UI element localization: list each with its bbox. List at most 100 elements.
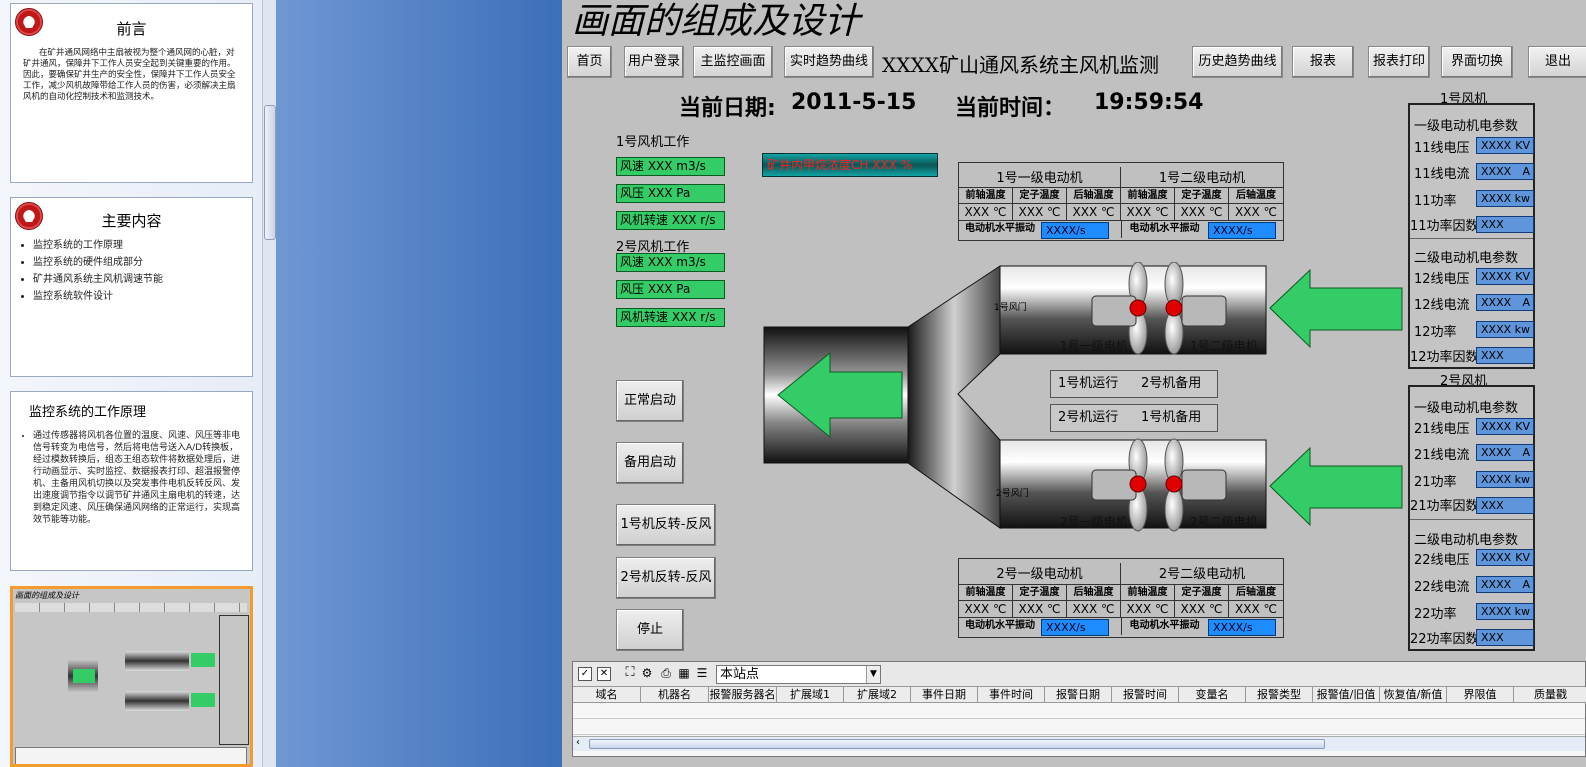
table-col: 前轴温度: [959, 584, 1013, 601]
fan1-rpm: 风机转速 XXX r/s: [616, 211, 725, 230]
table-cell: XXX ℃: [1013, 601, 1067, 618]
fan2-reverse-button[interactable]: 2号机反转-反风: [616, 557, 716, 599]
switch-screen-button[interactable]: 界面切换: [1441, 46, 1513, 78]
slide-thumb-title: 前言: [116, 20, 147, 38]
param-label: 22线电流: [1414, 580, 1470, 595]
table-row[interactable]: [573, 719, 1585, 735]
fan1-motor1-label: 1号一级电机: [1060, 339, 1128, 353]
alarm-col-header[interactable]: 报警类型: [1246, 687, 1313, 703]
vibration-label: 电动机水平振动: [965, 223, 1035, 234]
table-col: 定子温度: [1013, 187, 1067, 204]
vibration-label: 电动机水平振动: [965, 620, 1035, 631]
param-label: 12功率因数: [1410, 350, 1479, 365]
slide-thumbnail-4-selected[interactable]: 画面的组成及设计: [10, 586, 253, 767]
normal-start-button[interactable]: 正常启动: [616, 380, 684, 422]
alarm-col-header[interactable]: 扩展域2: [844, 687, 911, 703]
history-trend-button[interactable]: 历史趋势曲线: [1192, 46, 1283, 78]
alarm-col-header[interactable]: 事件日期: [911, 687, 978, 703]
param-value: XXXX A: [1476, 163, 1534, 180]
vibration-value: XXXX/s: [1041, 222, 1109, 239]
alarm-col-header[interactable]: 变量名: [1179, 687, 1246, 703]
editor-background: [276, 0, 562, 767]
methane-alarm-bar: 矿井内甲烷浓度CH XXX %: [762, 153, 938, 177]
table-cell: XXX ℃: [1175, 601, 1229, 618]
table-cell: XXX ℃: [1175, 204, 1229, 221]
table-header: 1号一级电动机: [959, 167, 1121, 189]
fan2-rpm: 风机转速 XXX r/s: [616, 308, 725, 327]
station-select[interactable]: 本站点 ▼: [716, 665, 881, 684]
exit-button[interactable]: 退出: [1528, 46, 1586, 78]
slide-title: 画面的组成及设计: [572, 1, 861, 42]
param-label: 22功率: [1414, 607, 1457, 622]
alarm-col-header[interactable]: 界限值: [1447, 687, 1514, 703]
table-cell: XXX ℃: [1121, 204, 1175, 221]
param-value: XXXX KV: [1476, 418, 1534, 435]
home-button[interactable]: 首页: [567, 46, 612, 78]
alarm-col-header[interactable]: 报警时间: [1112, 687, 1179, 703]
list-icon[interactable]: ☰: [695, 667, 709, 681]
fan1-motor2-label: 1号二级电机: [1190, 339, 1258, 353]
slide-thumbnail-2[interactable]: 主要内容 监控系统的工作原理 监控系统的硬件组成部分 矿井通风系统主风机调速节能…: [10, 197, 253, 377]
standby-start-button[interactable]: 备用启动: [616, 442, 684, 484]
chevron-left-icon[interactable]: ‹: [576, 737, 580, 748]
fan1-reverse-button[interactable]: 1号机反转-反风: [616, 504, 716, 546]
alarm-col-header[interactable]: 机器名: [641, 687, 709, 703]
filter-icon[interactable]: ⛶: [623, 666, 637, 681]
scrollbar-thumb[interactable]: [264, 105, 276, 240]
user-login-button[interactable]: 用户登录: [624, 46, 684, 78]
param-label: 22功率因数: [1410, 632, 1479, 647]
table-header: 1号二级电动机: [1158, 171, 1246, 186]
table-cell: XXX ℃: [959, 601, 1013, 618]
alarm-col-header[interactable]: 域名: [573, 687, 641, 703]
alarm-col-header[interactable]: 恢复值/新值: [1380, 687, 1447, 703]
param-label: 21线电流: [1414, 448, 1470, 463]
slide-thumbnail-1[interactable]: 前言 在矿井通风网络中主扇被视为整个通风网的心脏，对矿井通风，保障井下工作人员安…: [10, 3, 253, 183]
fan1-motor-table: 1号一级电动机 1号二级电动机 前轴温度 定子温度 后轴温度 前轴温度 定子温度…: [958, 162, 1284, 241]
table-col: 后轴温度: [1229, 584, 1283, 601]
slide-thumb-title: 画面的组成及设计: [15, 591, 79, 600]
alarm-col-header[interactable]: 扩展域1: [777, 687, 844, 703]
slide-thumbnail-3[interactable]: 监控系统的工作原理 通过传感器将风机各位置的温度、风速、风压等非电信号转变为电信…: [10, 391, 253, 571]
table-col: 前轴温度: [959, 187, 1013, 204]
param-label: 12功率: [1414, 325, 1457, 340]
alarm-col-header[interactable]: 报警服务器名: [709, 687, 777, 703]
realtime-trend-button[interactable]: 实时趋势曲线: [784, 46, 874, 78]
table-col: 后轴温度: [1067, 187, 1121, 204]
param-label: 12线电压: [1414, 272, 1470, 287]
alarm-horizontal-scrollbar[interactable]: ‹: [573, 736, 1585, 751]
thumbnail-scrollbar[interactable]: [262, 0, 276, 767]
fan2-motor2-label: 2号二级电机: [1190, 515, 1258, 529]
param-label: 12线电流: [1414, 298, 1470, 313]
check-icon[interactable]: ✓: [578, 667, 592, 681]
alarm-col-header[interactable]: 事件时间: [978, 687, 1045, 703]
param-value: XXXX A: [1476, 444, 1534, 461]
print-icon[interactable]: ⎙: [659, 667, 673, 681]
report-print-button[interactable]: 报表打印: [1368, 46, 1430, 78]
table-row[interactable]: [573, 703, 1585, 719]
chevron-down-icon[interactable]: ▼: [866, 666, 880, 683]
alarm-col-header[interactable]: 质量戳: [1514, 687, 1586, 703]
alarm-col-header[interactable]: 报警值/旧值: [1313, 687, 1380, 703]
param-label: 11功率因数: [1410, 219, 1479, 234]
param-value: XXXX KV: [1476, 549, 1534, 566]
run-status-2: 2号机运行 1号机备用: [1050, 404, 1218, 432]
table-cell: XXX ℃: [1229, 204, 1283, 221]
fan1-pressure: 风压 XXX Pa: [616, 184, 725, 203]
param-label: 21线电压: [1414, 422, 1470, 437]
stop-button[interactable]: 停止: [616, 609, 684, 651]
param-value: XXX: [1476, 216, 1534, 233]
chart-icon[interactable]: ▦: [677, 667, 691, 681]
table-col: 前轴温度: [1121, 584, 1175, 601]
settings-icon[interactable]: ⚙: [640, 667, 654, 681]
alarm-col-header[interactable]: 报警日期: [1045, 687, 1112, 703]
main-monitor-button[interactable]: 主监控画面: [693, 46, 773, 78]
table-col: 后轴温度: [1067, 584, 1121, 601]
section-label: 二级电动机电参数: [1414, 251, 1519, 266]
close-box-icon[interactable]: ✕: [597, 667, 611, 681]
table-col: 定子温度: [1175, 187, 1229, 204]
report-button[interactable]: 报表: [1292, 46, 1354, 78]
scrollbar-thumb[interactable]: [589, 739, 1325, 749]
vibration-value: XXXX/s: [1208, 619, 1276, 636]
list-item: 监控系统的硬件组成部分: [33, 257, 242, 269]
param-value: XXXX A: [1476, 576, 1534, 593]
